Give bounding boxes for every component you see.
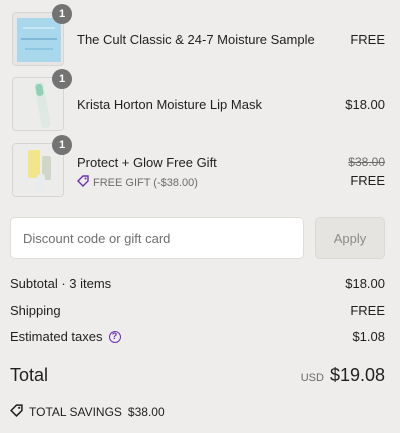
line-item: 1 Krista Horton Moisture Lip Mask $18.00 [10,69,390,137]
help-icon[interactable]: ? [108,330,121,343]
savings-tag-icon [10,404,23,420]
discount-code-input[interactable] [10,217,304,259]
taxes-label: Estimated taxes [10,329,103,344]
total-value-group: USD $19.08 [301,365,385,386]
quantity-badge: 1 [52,69,72,89]
apply-discount-button[interactable]: Apply [315,217,385,259]
taxes-value: $1.08 [352,329,385,344]
product-price: FREE [350,32,385,47]
shipping-label: Shipping [10,303,61,318]
quantity-badge: 1 [52,135,72,155]
savings-label: TOTAL SAVINGS [29,405,122,419]
quantity-badge: 1 [52,4,72,24]
taxes-row: Estimated taxes ? $1.08 [10,329,385,344]
product-name: Protect + Glow Free Gift [77,155,217,170]
shipping-value: FREE [350,303,385,318]
taxes-label-group: Estimated taxes ? [10,329,121,344]
shipping-row: Shipping FREE [10,303,385,318]
subtotal-label: Subtotal · 3 items [10,276,112,291]
original-price: $38.00 [348,155,385,169]
free-gift-badge: FREE GIFT (-$38.00) [77,175,198,190]
line-item: 1 The Cult Classic & 24-7 Moisture Sampl… [10,4,390,72]
tag-icon [77,175,89,190]
product-name: Krista Horton Moisture Lip Mask [77,97,262,112]
subtotal-row: Subtotal · 3 items $18.00 [10,276,385,291]
total-savings: TOTAL SAVINGS $38.00 [10,404,165,420]
product-price: $18.00 [345,97,385,112]
free-gift-label: FREE GIFT (-$38.00) [93,176,198,189]
total-row: Total USD $19.08 [10,365,385,386]
subtotal-value: $18.00 [345,276,385,291]
total-value: $19.08 [329,365,385,385]
currency-code: USD [300,372,324,384]
savings-value: $38.00 [127,405,165,419]
total-label: Total [10,365,49,385]
product-name: The Cult Classic & 24-7 Moisture Sample [77,32,315,47]
product-price: FREE [350,173,385,188]
line-item: 1 Protect + Glow Free Gift $38.00 FREE F… [10,135,390,203]
